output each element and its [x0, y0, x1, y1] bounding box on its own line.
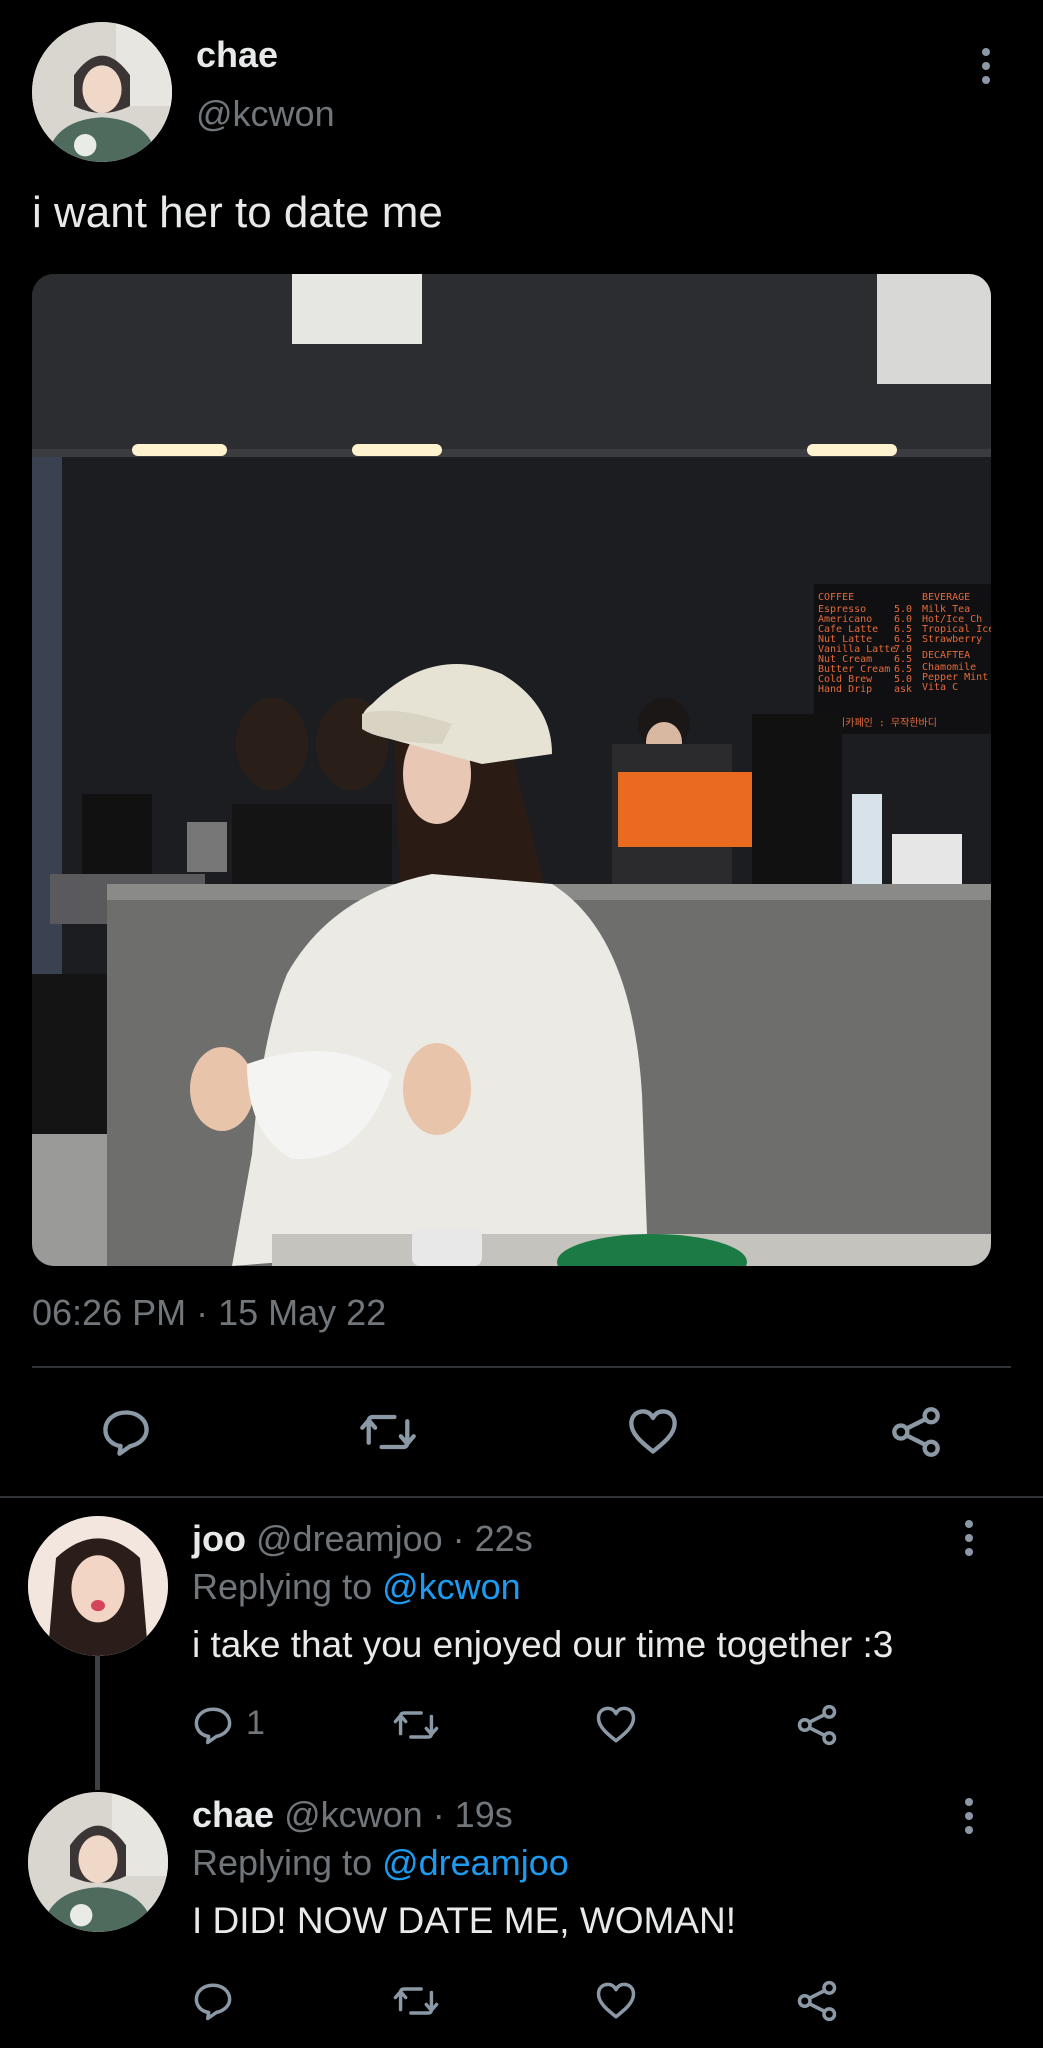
- reply-avatar[interactable]: [28, 1516, 168, 1656]
- replying-to-handle[interactable]: @dreamjoo: [382, 1842, 569, 1883]
- retweet-icon[interactable]: [392, 1704, 440, 1746]
- reply-time[interactable]: · 22s: [453, 1518, 533, 1559]
- reply-header: joo @dreamjoo · 22s: [192, 1518, 533, 1560]
- share-icon[interactable]: [890, 1406, 942, 1458]
- reply-display-name[interactable]: chae: [192, 1794, 274, 1835]
- replying-to-label: Replying to: [192, 1842, 383, 1883]
- menu-item: Vita C: [922, 682, 958, 693]
- menu-coffee-header: COFFEE: [818, 592, 854, 603]
- divider: [32, 1366, 1011, 1368]
- reply-display-name[interactable]: joo: [192, 1518, 246, 1559]
- retweet-icon[interactable]: [358, 1406, 418, 1458]
- divider: [0, 1496, 1043, 1498]
- reply-handle[interactable]: @kcwon: [284, 1794, 423, 1835]
- menu-beverage-header: BEVERAGE: [922, 592, 970, 603]
- replying-to-label: Replying to: [192, 1566, 383, 1607]
- share-icon[interactable]: [796, 1980, 838, 2022]
- reply-count: 1: [246, 1704, 265, 1742]
- reply-text: i take that you enjoyed our time togethe…: [192, 1624, 894, 1665]
- tweet-photo[interactable]: COFFEE BEVERAGE Espresso Americano Cafe …: [32, 274, 991, 1266]
- reply-icon[interactable]: [100, 1406, 152, 1458]
- replying-to-handle[interactable]: @kcwon: [382, 1566, 521, 1607]
- reply-text: I DID! NOW DATE ME, WOMAN!: [192, 1900, 737, 1941]
- avatar-image: [28, 1792, 168, 1932]
- reply-time[interactable]: · 19s: [433, 1794, 513, 1835]
- retweet-icon[interactable]: [392, 1980, 440, 2022]
- reply-header: chae @kcwon · 19s: [192, 1794, 513, 1836]
- thread-line: [95, 1656, 100, 1790]
- menu-price: ask: [894, 684, 912, 695]
- reply-handle[interactable]: @dreamjoo: [256, 1518, 443, 1559]
- heart-icon[interactable]: [594, 1704, 638, 1746]
- share-icon[interactable]: [796, 1704, 838, 1746]
- replying-to-line: Replying to @dreamjoo: [192, 1842, 569, 1884]
- reply-avatar[interactable]: [28, 1792, 168, 1932]
- avatar-image: [32, 22, 172, 162]
- replying-to-line: Replying to @kcwon: [192, 1566, 521, 1608]
- cafe-photo: COFFEE BEVERAGE Espresso Americano Cafe …: [32, 274, 991, 1266]
- author-handle[interactable]: @kcwon: [196, 93, 335, 135]
- author-avatar[interactable]: [32, 22, 172, 162]
- heart-icon[interactable]: [626, 1406, 680, 1458]
- menu-item: Strawberry: [922, 634, 982, 645]
- more-options-icon[interactable]: [963, 1798, 975, 1834]
- author-display-name[interactable]: chae: [196, 34, 278, 76]
- reply-icon[interactable]: [192, 1704, 234, 1746]
- reply-icon[interactable]: [192, 1980, 234, 2022]
- menu-decaf-header: DECAFTEA: [922, 650, 970, 661]
- more-options-icon[interactable]: [980, 48, 992, 84]
- tweet-text: i want her to date me: [32, 188, 443, 237]
- more-options-icon[interactable]: [963, 1520, 975, 1556]
- tweet-timestamp[interactable]: 06:26 PM · 15 May 22: [32, 1292, 386, 1334]
- heart-icon[interactable]: [594, 1980, 638, 2022]
- avatar-image: [28, 1516, 168, 1656]
- menu-item: Hand Drip: [818, 684, 872, 695]
